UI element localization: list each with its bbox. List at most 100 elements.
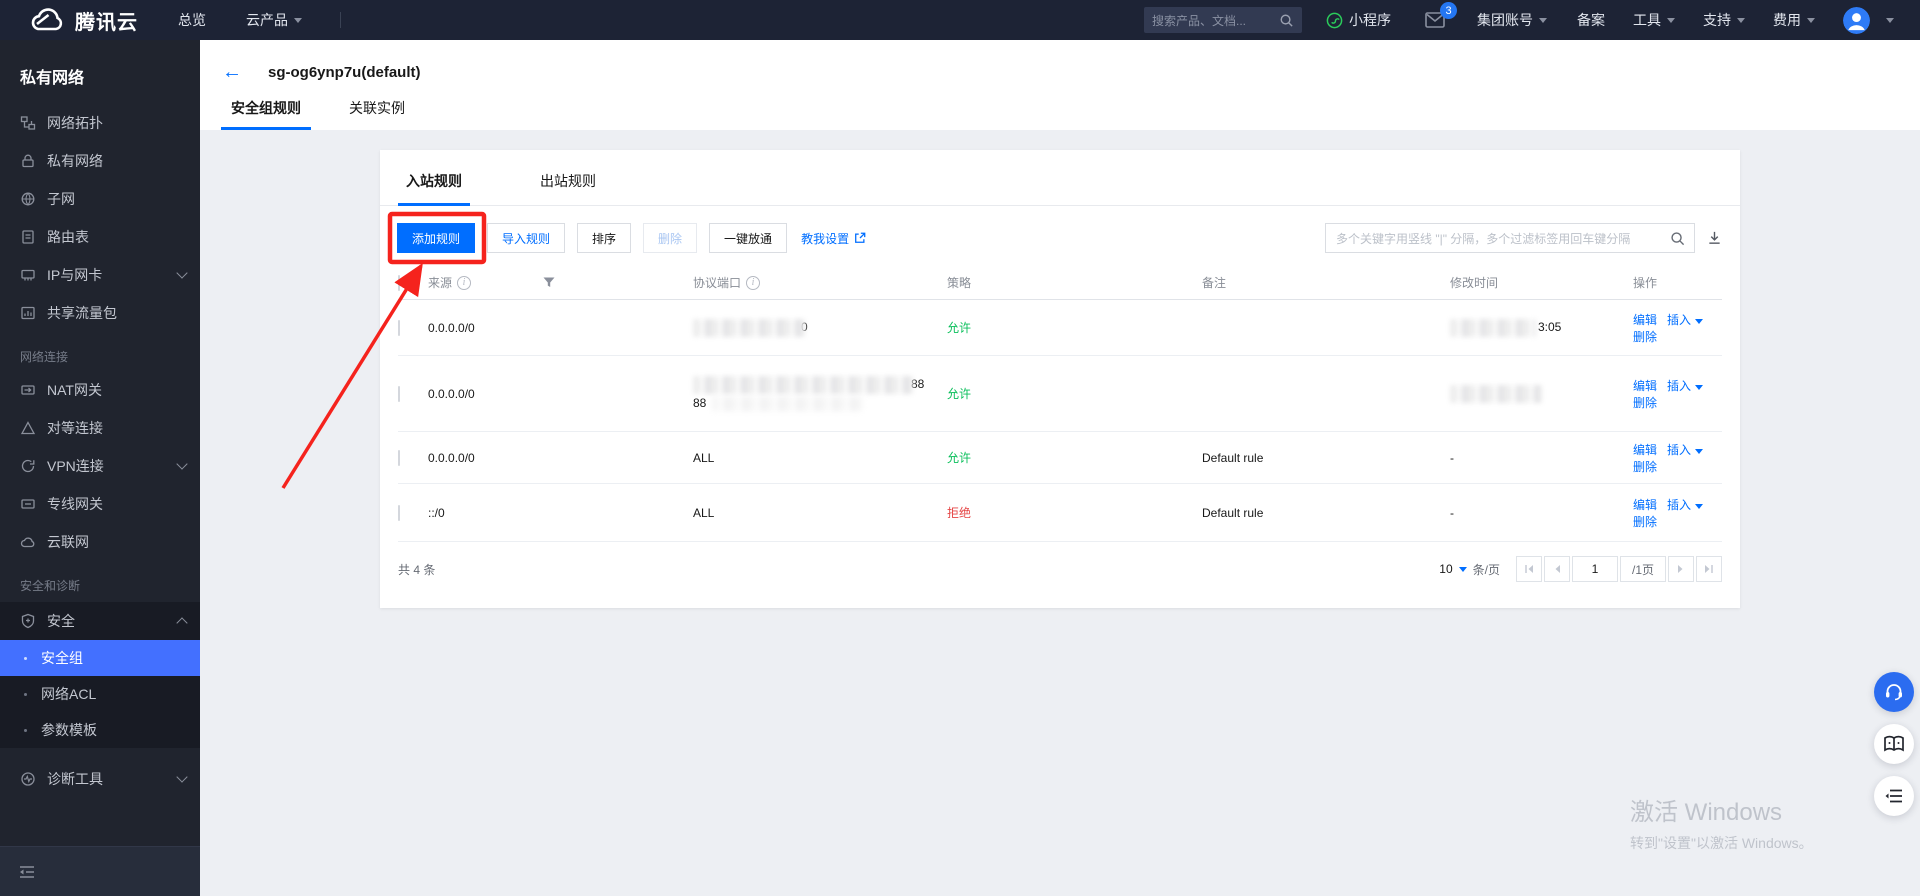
insert-link[interactable]: 插入	[1667, 313, 1691, 327]
total-count: 共 4 条	[398, 562, 436, 577]
top-nav: 腾讯云 总览 云产品 搜索产品、文档... 小程序 3 集团账号 备案 工具 支…	[0, 0, 1920, 40]
sidebar-item-subnet[interactable]: 子网	[0, 180, 200, 218]
chevron-down-icon[interactable]	[1695, 448, 1704, 454]
sidebar-item-nat[interactable]: NAT网关	[0, 371, 200, 409]
download-icon[interactable]	[1707, 230, 1722, 246]
delete-link[interactable]: 删除	[1633, 330, 1657, 344]
insert-link[interactable]: 插入	[1667, 379, 1691, 393]
sidebar-item-vpc[interactable]: 私有网络	[0, 142, 200, 180]
page-input[interactable]: 1	[1572, 556, 1618, 582]
next-page-button[interactable]	[1668, 556, 1694, 582]
censored-blur	[1450, 318, 1536, 337]
nav-billing[interactable]: 费用	[1773, 10, 1815, 30]
sidebar-item-ccn[interactable]: 云联网	[0, 523, 200, 561]
sidebar-collapse-button[interactable]	[0, 846, 200, 896]
nic-icon	[21, 269, 35, 281]
nav-tools[interactable]: 工具	[1633, 10, 1675, 30]
first-page-button[interactable]	[1516, 556, 1542, 582]
page-tabs: 安全组规则 关联实例	[221, 98, 443, 130]
import-rules-button[interactable]: 导入规则	[487, 223, 566, 253]
avatar-menu[interactable]	[1880, 17, 1894, 23]
sidebar-item-security-group[interactable]: 安全组	[0, 640, 200, 676]
select-all-checkbox[interactable]	[398, 274, 400, 291]
sidebar-item-security[interactable]: 安全	[0, 602, 200, 640]
rule-notes: Default rule	[1202, 505, 1264, 520]
sidebar-item-peering[interactable]: 对等连接	[0, 409, 200, 447]
tencent-cloud-logo[interactable]: 腾讯云	[28, 6, 138, 35]
edit-link[interactable]: 编辑	[1633, 498, 1657, 512]
delete-link[interactable]: 删除	[1633, 460, 1657, 474]
insert-link[interactable]: 插入	[1667, 498, 1691, 512]
tab-inbound-rules[interactable]: 入站规则	[398, 171, 470, 206]
teach-me-link[interactable]: 教我设置	[801, 230, 866, 247]
chevron-down-icon	[176, 458, 188, 470]
nav-overview[interactable]: 总览	[178, 10, 206, 30]
sidebar-item-shared-traffic[interactable]: 共享流量包	[0, 294, 200, 332]
feedback-button[interactable]	[1874, 776, 1914, 816]
nav-products[interactable]: 云产品	[246, 10, 302, 30]
rule-source: 0.0.0.0/0	[428, 450, 475, 465]
globe-icon	[21, 192, 35, 206]
delete-link[interactable]: 删除	[1633, 515, 1657, 529]
nav-support[interactable]: 支持	[1703, 10, 1745, 30]
tab-outbound-rules[interactable]: 出站规则	[532, 171, 604, 205]
sidebar-item-network-topology[interactable]: 网络拓扑	[0, 104, 200, 142]
last-page-button[interactable]	[1696, 556, 1722, 582]
pagination: 共 4 条 10 条/页 1 /1页	[398, 556, 1722, 582]
prev-page-button[interactable]	[1544, 556, 1570, 582]
row-checkbox[interactable]	[398, 449, 400, 466]
row-checkbox[interactable]	[398, 385, 400, 402]
chevron-down-icon[interactable]	[1695, 318, 1704, 324]
col-notes: 备注	[1202, 276, 1227, 290]
rule-source: 0.0.0.0/0	[428, 386, 475, 401]
sidebar-item-diagnostic-tools[interactable]: 诊断工具	[0, 760, 200, 798]
sidebar-section-security: 安全和诊断	[20, 579, 81, 593]
avatar[interactable]	[1843, 6, 1870, 34]
tab-associated-instances[interactable]: 关联实例	[339, 98, 415, 130]
info-icon[interactable]: i	[746, 275, 761, 290]
col-policy: 策略	[947, 276, 972, 290]
feedback-list-icon	[1885, 789, 1902, 803]
global-search-input[interactable]: 搜索产品、文档...	[1144, 7, 1302, 33]
sort-button[interactable]: 排序	[577, 223, 632, 253]
sidebar-item-direct-connect[interactable]: 专线网关	[0, 485, 200, 523]
back-button[interactable]: ←	[222, 62, 246, 82]
document-icon	[22, 230, 34, 244]
sidebar-item-route-table[interactable]: 路由表	[0, 218, 200, 256]
chevron-down-icon[interactable]	[1695, 384, 1704, 390]
insert-link[interactable]: 插入	[1667, 443, 1691, 457]
info-icon[interactable]: i	[457, 275, 472, 290]
sidebar-item-vpn[interactable]: VPN连接	[0, 447, 200, 485]
row-checkbox[interactable]	[398, 504, 400, 521]
page-size-select[interactable]: 10 条/页	[1439, 561, 1500, 578]
customer-service-button[interactable]	[1874, 672, 1914, 712]
tab-security-group-rules[interactable]: 安全组规则	[221, 98, 311, 130]
delete-button[interactable]: 删除	[643, 223, 698, 253]
nav-messages[interactable]: 3	[1425, 2, 1457, 28]
rule-search-input[interactable]: 多个关键字用竖线 "|" 分隔，多个过滤标签用回车键分隔	[1325, 223, 1695, 253]
add-rule-button[interactable]: 添加规则	[397, 223, 475, 253]
nav-miniprogram[interactable]: 小程序	[1326, 10, 1391, 30]
traffic-package-icon	[21, 306, 35, 320]
documentation-button[interactable]	[1874, 724, 1914, 764]
windows-activation-watermark: 激活 Windows 转到"设置"以激活 Windows。	[1630, 799, 1813, 851]
delete-link[interactable]: 删除	[1633, 396, 1657, 410]
edit-link[interactable]: 编辑	[1633, 379, 1657, 393]
peering-icon	[20, 421, 36, 435]
bullet-icon	[24, 728, 27, 732]
sidebar-item-network-acl[interactable]: 网络ACL	[0, 676, 200, 712]
open-all-ports-button[interactable]: 一键放通	[709, 223, 788, 253]
edit-link[interactable]: 编辑	[1633, 313, 1657, 327]
direct-connect-gateway-icon	[21, 499, 35, 509]
nav-group-account[interactable]: 集团账号	[1477, 10, 1547, 30]
edit-link[interactable]: 编辑	[1633, 443, 1657, 457]
search-icon[interactable]	[1660, 231, 1694, 246]
chevron-down-icon[interactable]	[1695, 503, 1704, 509]
chevron-down-icon	[1737, 17, 1745, 23]
nav-beian[interactable]: 备案	[1577, 10, 1605, 30]
sidebar-item-parameter-template[interactable]: 参数模板	[0, 712, 200, 748]
rules-table: 来源 i 协议端口 i 策略 备注 修改时间 操作 0.0.0.0/0 0 允许 …	[398, 266, 1722, 542]
sidebar-item-ip-nic[interactable]: IP与网卡	[0, 256, 200, 294]
row-checkbox[interactable]	[398, 319, 400, 336]
filter-icon[interactable]	[543, 277, 555, 288]
